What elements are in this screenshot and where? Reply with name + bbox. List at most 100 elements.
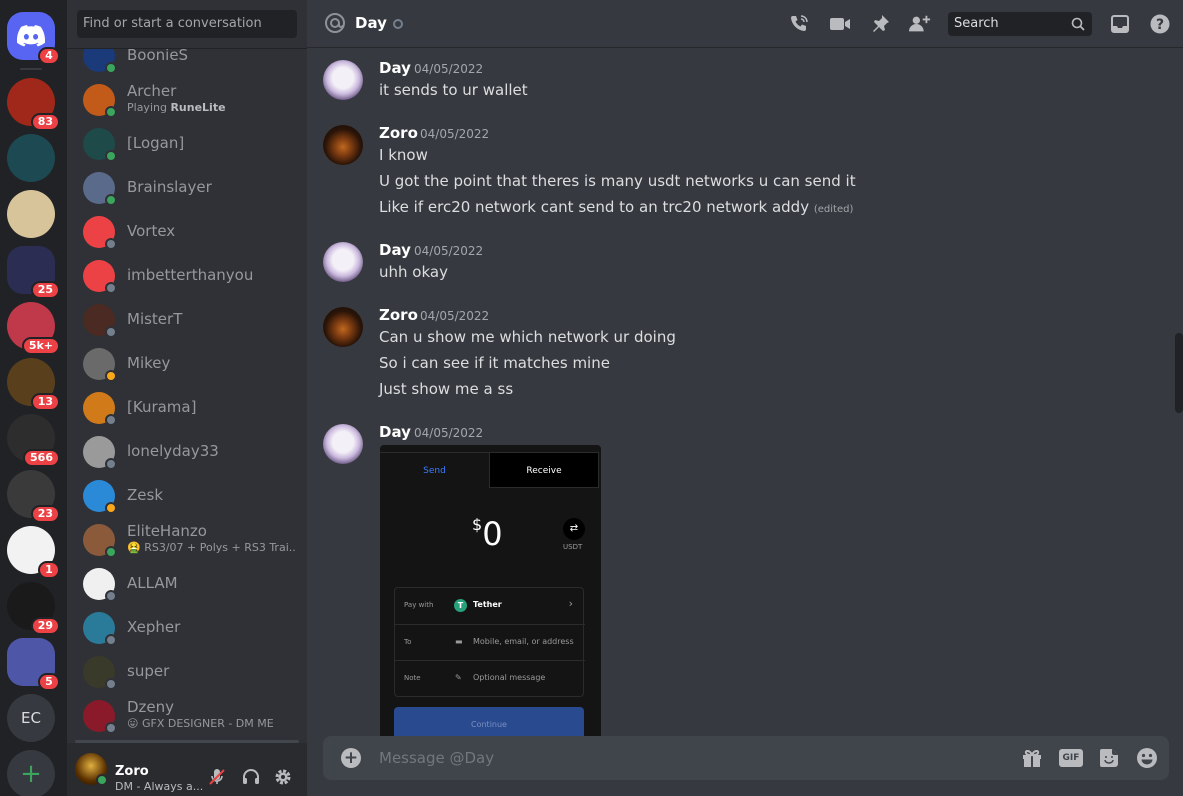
server-s[interactable]: 25 (7, 246, 60, 299)
server-stake[interactable]: 13 (7, 358, 60, 411)
message-text: So i can see if it matches mine (379, 354, 610, 372)
attachment-currency: USDT (563, 543, 583, 551)
dm-search-input[interactable]: Find or start a conversation (77, 10, 297, 38)
dm-item[interactable]: Archer Playing RuneLite (75, 79, 299, 121)
dm-item[interactable]: imbetterthanyou (75, 255, 299, 297)
emoji-button[interactable] (1136, 747, 1158, 769)
mute-mic-button[interactable] (207, 767, 227, 787)
status-indicator (105, 62, 117, 74)
dm-item[interactable]: Zesk (75, 475, 299, 517)
gift-button[interactable] (1021, 747, 1043, 769)
discord-app: 4 83 25 5k+ 13 566 23 1 29 5 EC + Find or start … (0, 0, 1183, 796)
server-crown[interactable]: 5k+ (7, 302, 60, 355)
message-input[interactable]: Message @Day (379, 749, 494, 767)
to-placeholder: Mobile, email, or address (473, 637, 574, 646)
dm-item[interactable]: BoonieS (75, 49, 299, 77)
server-kc[interactable]: 83 (7, 78, 60, 131)
header-search-input[interactable]: Search (948, 12, 1092, 36)
dm-name: [Kurama] (127, 398, 197, 416)
message-avatar[interactable] (323, 60, 363, 100)
message-timestamp: 04/05/2022 (414, 244, 484, 258)
image-attachment[interactable]: Send Receive $0 ⇄ USDT Pay with T Tether… (380, 445, 601, 737)
message-author[interactable]: Day (379, 59, 411, 77)
dm-item[interactable]: Mikey (75, 343, 299, 385)
message-avatar[interactable] (323, 424, 363, 464)
server-eternal[interactable]: 23 (7, 470, 60, 523)
attachment-amount-symbol: $ (472, 515, 483, 534)
server-ec[interactable]: EC (7, 694, 55, 742)
gift-icon (1023, 749, 1041, 767)
attachment-amount-value: 0 (482, 515, 503, 553)
status-indicator (105, 282, 117, 294)
dm-item[interactable]: lonelyday33 (75, 431, 299, 473)
server-zi[interactable]: 29 (7, 582, 60, 635)
voice-call-button[interactable] (788, 13, 810, 35)
status-indicator (105, 634, 117, 646)
user-settings-button[interactable] (273, 767, 293, 787)
gear-icon (275, 769, 291, 785)
attachment-form: Pay with T Tether › To ▬ Mobile, email, … (394, 587, 585, 697)
help-button[interactable]: ? (1149, 13, 1171, 35)
message-avatar[interactable] (323, 307, 363, 347)
dm-item[interactable]: Xepher (75, 607, 299, 649)
message-author[interactable]: Day (379, 241, 411, 259)
status-indicator (105, 678, 117, 690)
sticker-icon (1100, 749, 1118, 767)
attachment-amount: $0 (472, 515, 503, 553)
message-text: U got the point that theres is many usdt… (379, 172, 856, 190)
gif-button[interactable]: GIF (1059, 747, 1083, 769)
pinned-messages-button[interactable] (869, 13, 891, 35)
message-avatar[interactable] (323, 125, 363, 165)
message-content: Like if erc20 network cant send to an tr… (379, 198, 853, 216)
server-purple[interactable]: 5 (7, 638, 60, 691)
attachment-continue-button: Continue (394, 707, 584, 737)
note-row: Note ✎ Optional message (395, 660, 585, 696)
message-author[interactable]: Zoro (379, 306, 418, 324)
status-indicator (105, 502, 117, 514)
server-sythe[interactable] (7, 190, 55, 238)
pin-icon (873, 15, 889, 32)
server-stake-badge: 13 (30, 393, 60, 411)
server-equine[interactable]: 1 (7, 526, 60, 579)
dm-name: [Logan] (127, 134, 185, 152)
dm-sidebar: Find or start a conversation BoonieS Arch… (67, 0, 307, 796)
dm-item[interactable]: MisterT (75, 299, 299, 341)
to-row: To ▬ Mobile, email, or address (395, 624, 585, 660)
video-call-button[interactable] (829, 13, 851, 35)
dm-item[interactable]: Dzeny 😛 GFX DESIGNER - DM ME (75, 695, 299, 737)
server-ninja[interactable]: 566 (7, 414, 60, 467)
dm-item[interactable]: [Logan] (75, 123, 299, 165)
message-timestamp: 04/05/2022 (414, 426, 484, 440)
message-content: So i can see if it matches mine (379, 354, 610, 372)
dm-item[interactable]: [Kurama] (75, 387, 299, 429)
add-server-button[interactable]: + (7, 750, 55, 796)
message-author[interactable]: Day (379, 423, 411, 441)
upload-plus-button[interactable]: + (341, 748, 361, 768)
user-status-text: DM - Always a... (115, 780, 204, 793)
dm-activity-game: RuneLite (170, 101, 226, 114)
message-author[interactable]: Zoro (379, 124, 418, 142)
add-friends-to-dm-button[interactable] (909, 13, 931, 35)
dm-name: EliteHanzo (127, 522, 207, 540)
sticker-button[interactable] (1098, 747, 1120, 769)
server-purple-badge: 5 (38, 673, 60, 691)
status-indicator (105, 458, 117, 470)
dm-item[interactable]: Brainslayer (75, 167, 299, 209)
status-indicator (105, 722, 117, 734)
dm-item[interactable]: EliteHanzo 🤮 RS3/07 + Polys + RS3 Trai... (75, 519, 299, 561)
add-user-icon (909, 15, 931, 32)
message-avatar[interactable] (323, 242, 363, 282)
dm-item[interactable]: Vortex (75, 211, 299, 253)
chevron-right-icon: › (568, 597, 573, 610)
dm-activity: Playing RuneLite (127, 101, 295, 114)
home-button[interactable]: 4 (7, 12, 60, 65)
dm-item[interactable]: ALLAM (75, 563, 299, 605)
message-scrollbar-thumb[interactable] (1175, 333, 1183, 413)
dm-item[interactable]: super (75, 651, 299, 693)
server-king-of-stakes[interactable] (7, 134, 55, 182)
search-placeholder: Search (954, 16, 999, 31)
search-icon (1071, 17, 1085, 31)
user-name: Zoro (115, 764, 149, 779)
inbox-button[interactable] (1109, 13, 1131, 35)
deafen-button[interactable] (241, 767, 261, 787)
